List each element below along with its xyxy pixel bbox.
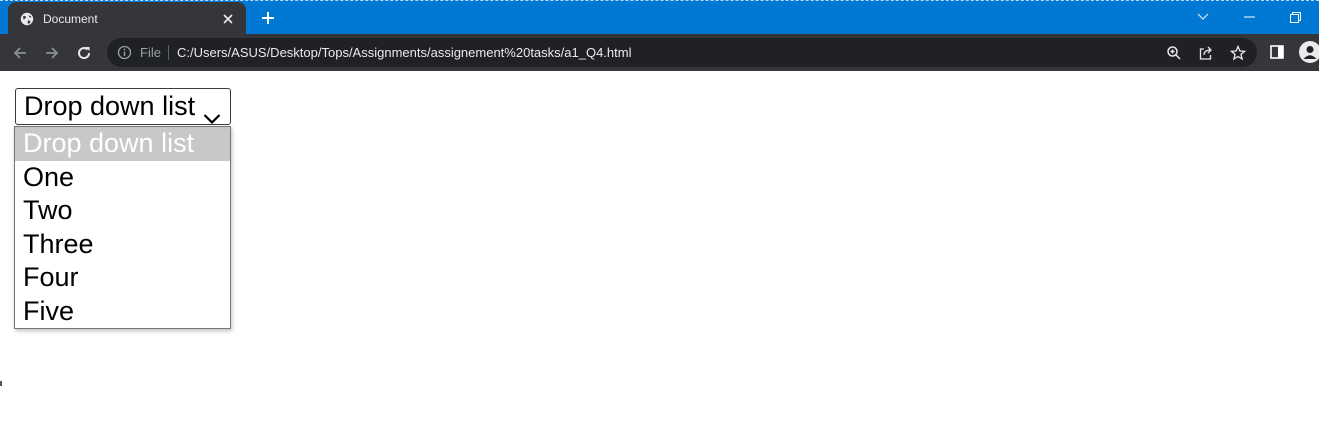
info-icon[interactable] — [117, 45, 132, 60]
back-icon[interactable] — [9, 42, 31, 64]
plus-icon[interactable] — [258, 8, 278, 28]
scheme-label: File — [140, 45, 161, 60]
globe-icon — [20, 12, 34, 26]
reload-icon[interactable] — [73, 42, 95, 64]
share-icon[interactable] — [1197, 44, 1215, 62]
profile-icon[interactable] — [1299, 41, 1319, 63]
dropdown-option[interactable]: Two — [15, 194, 230, 228]
url-text[interactable]: C:/Users/ASUS/Desktop/Tops/Assignments/a… — [177, 45, 631, 60]
text-cursor-mark — [0, 381, 2, 386]
dropdown-option[interactable]: One — [15, 161, 230, 195]
dropdown-option[interactable]: Five — [15, 295, 230, 329]
dropdown-select[interactable]: Drop down list — [15, 88, 231, 125]
chevron-down-icon — [203, 101, 221, 125]
restore-icon[interactable] — [1283, 7, 1307, 27]
minimize-icon[interactable] — [1237, 7, 1261, 27]
dropdown-options-list: Drop down list One Two Three Four Five — [14, 126, 231, 329]
browser-toolbar: File C:/Users/ASUS/Desktop/Tops/Assignme… — [0, 34, 1319, 71]
star-icon[interactable] — [1229, 44, 1247, 62]
chevron-down-icon[interactable] — [1191, 7, 1215, 27]
select-current-value: Drop down list — [24, 91, 196, 121]
dropdown-option[interactable]: Three — [15, 228, 230, 262]
dropdown-option[interactable]: Drop down list — [15, 127, 230, 161]
tab-title: Document — [43, 11, 98, 26]
forward-icon[interactable] — [41, 42, 63, 64]
dropdown-option[interactable]: Four — [15, 261, 230, 295]
browser-tab-strip: Document — [0, 0, 1319, 35]
zoom-icon[interactable] — [1165, 44, 1183, 62]
address-bar[interactable]: File C:/Users/ASUS/Desktop/Tops/Assignme… — [107, 38, 1257, 67]
side-panel-icon[interactable] — [1268, 43, 1286, 61]
omnibox-divider — [168, 45, 169, 60]
close-icon[interactable] — [220, 11, 236, 27]
browser-tab[interactable]: Document — [8, 2, 246, 35]
